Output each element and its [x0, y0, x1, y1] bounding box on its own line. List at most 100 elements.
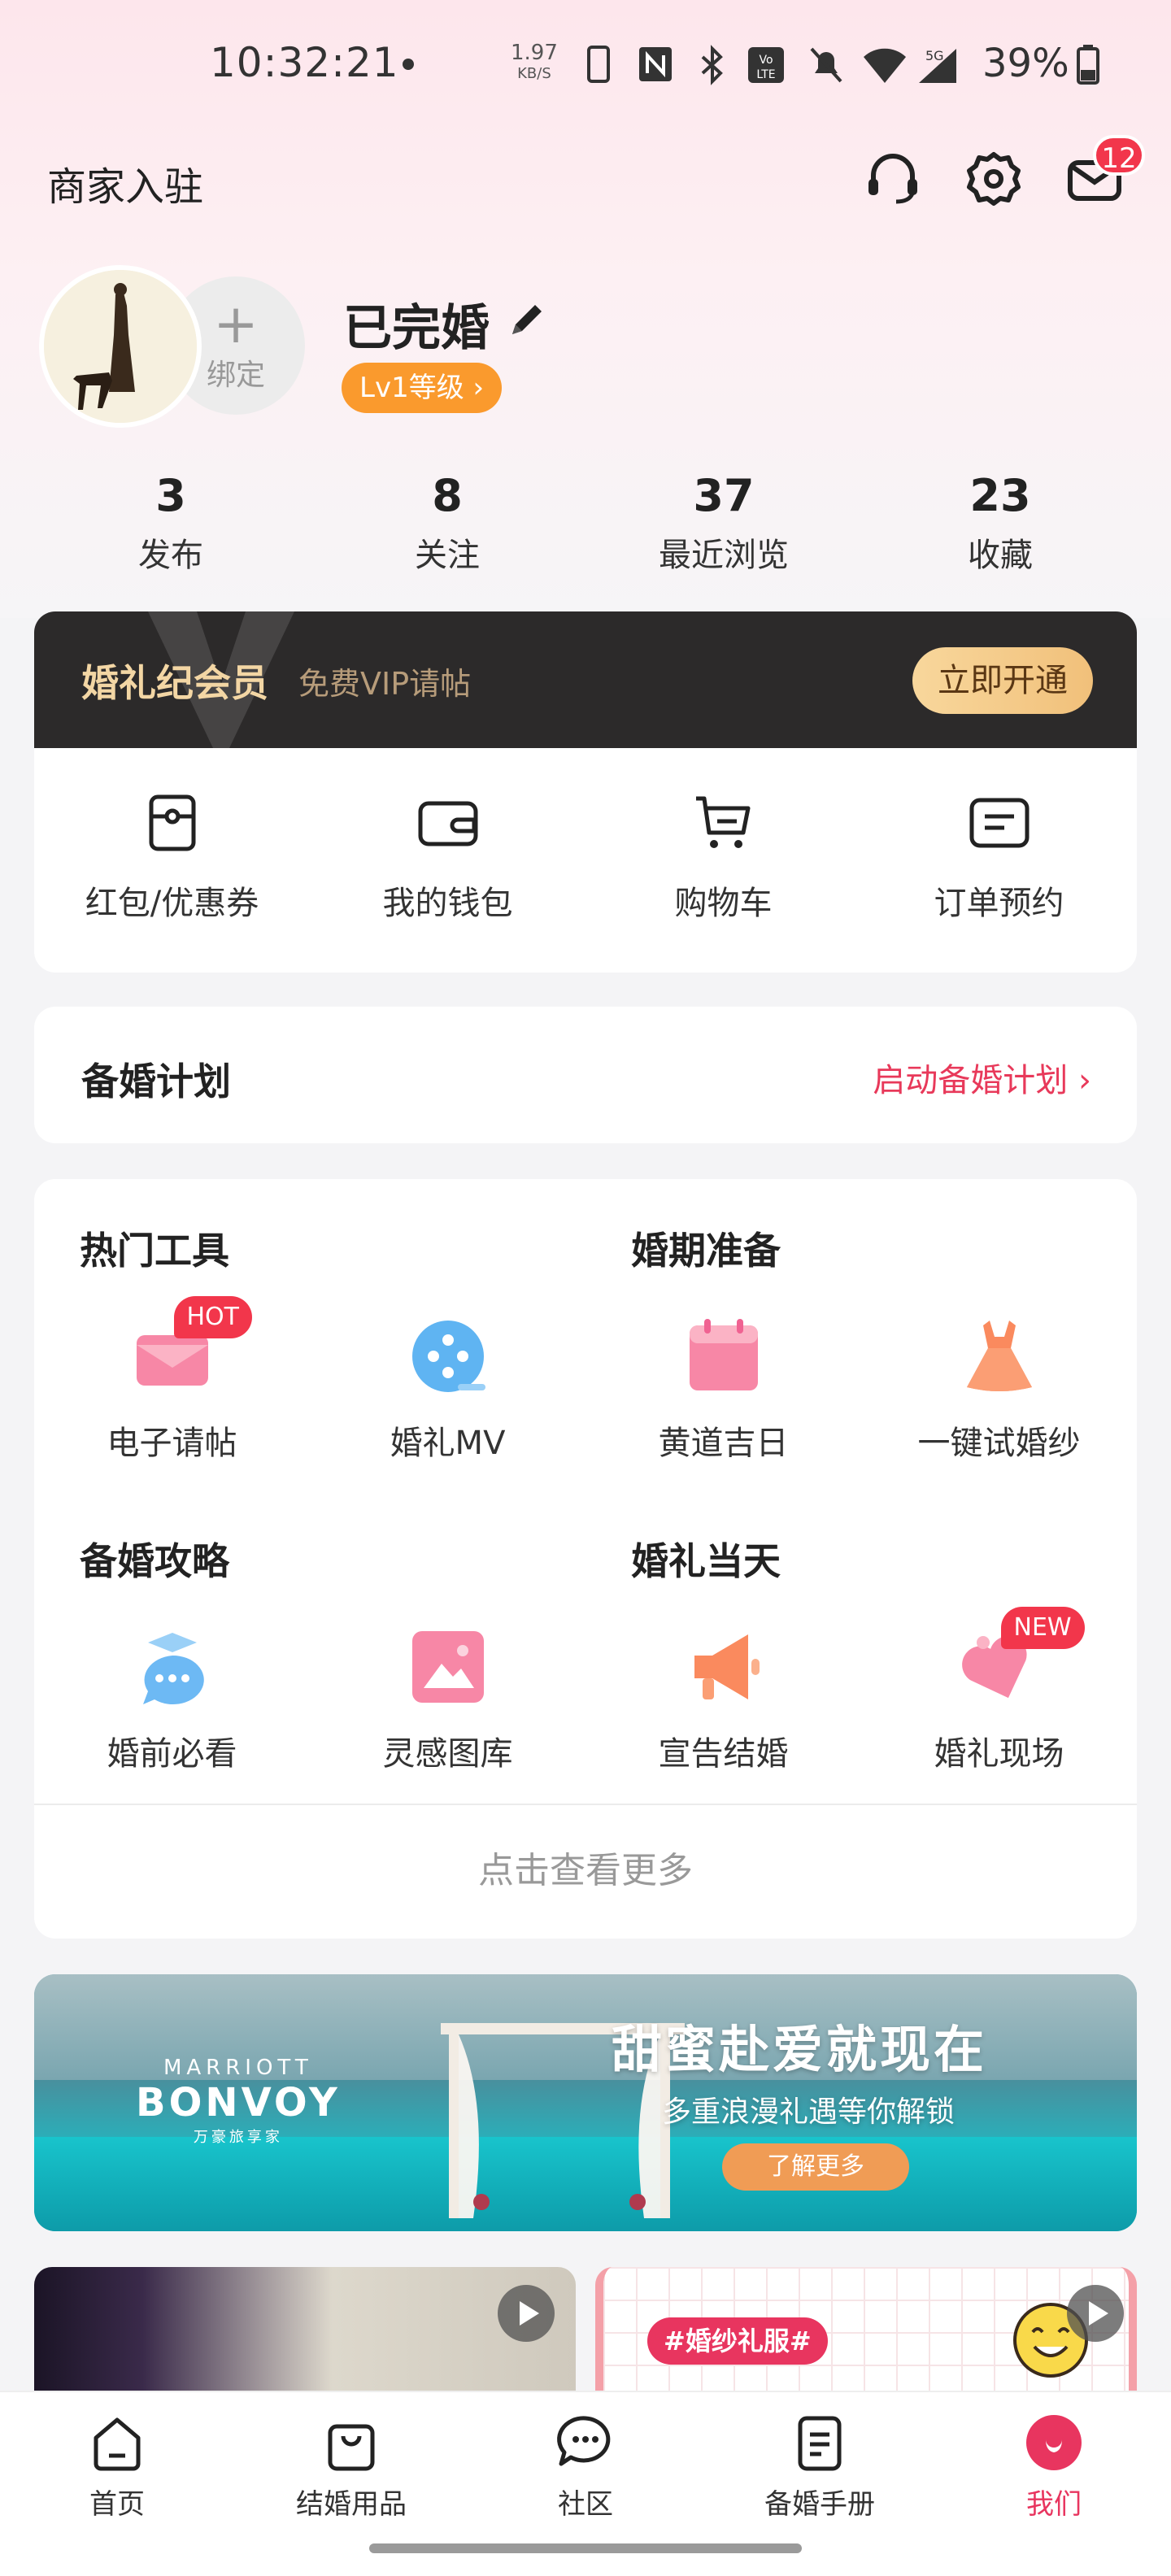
- cart-icon: [695, 796, 750, 848]
- wallet-item-cart[interactable]: 购物车: [586, 748, 861, 973]
- nav-community[interactable]: 社区: [468, 2412, 703, 2522]
- mute-bell-icon: [810, 47, 842, 83]
- stat-label: 关注: [415, 537, 480, 574]
- stat-value: 8: [432, 470, 463, 521]
- feed-card-video-left[interactable]: [34, 2267, 576, 2397]
- tools-card: 热门工具 婚期准备 HOT 电子请帖 婚礼MV 黄道吉日 一键试婚纱 备婚攻略 …: [34, 1179, 1137, 1939]
- view-more-link[interactable]: 点击查看更多: [34, 1841, 1137, 1893]
- notification-dot-icon: [403, 59, 414, 70]
- calendar-icon: [689, 1319, 758, 1390]
- network-speed-unit: KB/S: [517, 65, 551, 82]
- edit-pencil-icon[interactable]: [504, 297, 550, 342]
- hashtag-tag[interactable]: #婚纱礼服#: [647, 2317, 828, 2365]
- settings-gear-icon[interactable]: [961, 146, 1026, 211]
- megaphone-icon: [694, 1634, 760, 1699]
- film-reel-icon: [411, 1321, 485, 1392]
- profile-stats: 3 发布 8 关注 37 最近浏览 23 收藏: [33, 463, 1138, 585]
- customer-service-icon[interactable]: [860, 146, 925, 211]
- plan-title: 备婚计划: [81, 1060, 231, 1103]
- banner-brand: MARRIOTT BONVOY 万豪旅享家: [136, 2056, 341, 2147]
- network-speed-value: 1.97: [511, 41, 558, 65]
- wallet-item-wallet[interactable]: 我的钱包: [310, 748, 586, 973]
- level-badge[interactable]: Lv1等级 ›: [342, 363, 503, 413]
- stat-recent-views[interactable]: 37 最近浏览: [586, 463, 862, 585]
- battery-icon: [1077, 45, 1099, 85]
- tool-announce-marriage[interactable]: 宣告结婚: [586, 1626, 861, 1774]
- section-title-guides: 备婚攻略: [80, 1539, 229, 1583]
- coupon-icon: [149, 794, 195, 851]
- status-bar: 10:32:21 1.97 KB/S Vo LTE 5G 39%: [0, 33, 1171, 98]
- tool-label: 婚礼现场: [934, 1735, 1064, 1773]
- wallet-item-orders[interactable]: 订单预约: [861, 748, 1137, 973]
- nav-label: 备婚手册: [764, 2488, 875, 2521]
- avatar[interactable]: [39, 265, 202, 428]
- banner-learn-more-button[interactable]: 了解更多: [722, 2143, 909, 2191]
- merchant-join-link[interactable]: 商家入驻: [47, 154, 203, 211]
- section-title-date-prep: 婚期准备: [631, 1229, 781, 1273]
- tool-e-invitation[interactable]: HOT 电子请帖: [34, 1296, 310, 1464]
- chat-cap-icon: [142, 1633, 204, 1704]
- stat-following[interactable]: 8 关注: [309, 463, 586, 585]
- bluetooth-icon: [701, 45, 723, 85]
- wifi-icon: [864, 48, 906, 83]
- tool-premarital-must-read[interactable]: 婚前必看: [34, 1626, 310, 1774]
- top-header: 商家入驻 12: [0, 135, 1171, 220]
- wallet-icon: [418, 801, 477, 846]
- wallet-item-label: 订单预约: [934, 885, 1064, 922]
- nav-home[interactable]: 首页: [0, 2412, 234, 2522]
- play-icon[interactable]: [1067, 2285, 1124, 2342]
- stat-favorites[interactable]: 23 收藏: [862, 463, 1138, 585]
- nav-handbook[interactable]: 备婚手册: [703, 2412, 937, 2522]
- phone-icon: [587, 46, 610, 83]
- message-count-badge: 12: [1093, 135, 1145, 176]
- wallet-item-label: 我的钱包: [382, 885, 513, 922]
- play-icon[interactable]: [498, 2285, 555, 2342]
- banner-subline: 多重浪漫礼遇等你解锁: [662, 2095, 956, 2129]
- start-plan-link[interactable]: 启动备婚计划 ›: [873, 1054, 1091, 1101]
- banner-headline: 甜蜜赴爱就现在: [612, 2020, 988, 2079]
- battery-percent: 39%: [982, 41, 1069, 86]
- stat-label: 发布: [138, 537, 203, 574]
- tool-auspicious-day[interactable]: 黄道吉日: [586, 1316, 861, 1464]
- stat-posts[interactable]: 3 发布: [33, 463, 309, 585]
- vip-open-button[interactable]: 立即开通: [912, 647, 1093, 714]
- promo-banner[interactable]: MARRIOTT BONVOY 万豪旅享家 甜蜜赴爱就现在 多重浪漫礼遇等你解锁…: [34, 1974, 1137, 2231]
- nav-wedding-supplies[interactable]: 结婚用品: [234, 2412, 468, 2522]
- vip-subtitle: 免费VIP请帖: [298, 666, 472, 702]
- hot-tag: HOT: [173, 1296, 252, 1338]
- svg-text:LTE: LTE: [756, 68, 775, 81]
- svg-text:Vo: Vo: [759, 54, 773, 67]
- home-indicator[interactable]: [369, 2543, 802, 2553]
- tool-label: 电子请帖: [107, 1425, 237, 1462]
- vip-title: 婚礼纪会员: [81, 661, 268, 705]
- wallet-item-label: 红包/优惠券: [85, 885, 259, 922]
- tool-label: 婚前必看: [107, 1735, 237, 1773]
- stat-value: 3: [155, 470, 186, 521]
- handbook-icon: [798, 2416, 842, 2471]
- wallet-item-label: 购物车: [674, 885, 773, 922]
- bind-label: 绑定: [206, 359, 265, 392]
- tool-wedding-mv[interactable]: 婚礼MV: [310, 1316, 586, 1464]
- tool-label: 黄道吉日: [658, 1425, 789, 1462]
- feed-card-video-right[interactable]: #婚纱礼服#: [595, 2267, 1137, 2397]
- nav-us[interactable]: 我们: [937, 2412, 1171, 2522]
- section-title-hot-tools: 热门工具: [80, 1229, 229, 1273]
- brand-line-2: BONVOY: [136, 2080, 341, 2126]
- wallet-item-coupons[interactable]: 红包/优惠券: [34, 748, 310, 973]
- nav-label: 我们: [1026, 2488, 1082, 2521]
- tool-try-dress[interactable]: 一键试婚纱: [861, 1316, 1137, 1464]
- username: 已完婚: [343, 300, 490, 357]
- tool-inspiration-gallery[interactable]: 灵感图库: [310, 1626, 586, 1774]
- wedding-plan-card[interactable]: 备婚计划 启动备婚计划 ›: [34, 1007, 1137, 1143]
- tool-label: 一键试婚纱: [917, 1425, 1081, 1462]
- tool-wedding-scene[interactable]: NEW 婚礼现场: [861, 1607, 1137, 1774]
- us-icon: [1026, 2415, 1082, 2470]
- stat-label: 最近浏览: [659, 537, 789, 574]
- nav-label: 结婚用品: [296, 2488, 407, 2521]
- new-tag: NEW: [1000, 1607, 1085, 1649]
- vip-membership-bar[interactable]: 婚礼纪会员 免费VIP请帖 立即开通: [34, 611, 1137, 748]
- tool-label: 婚礼MV: [390, 1425, 506, 1462]
- brand-line-3: 万豪旅享家: [193, 2129, 283, 2146]
- tool-label: 灵感图库: [382, 1735, 513, 1773]
- status-time: 10:32:21: [210, 39, 399, 86]
